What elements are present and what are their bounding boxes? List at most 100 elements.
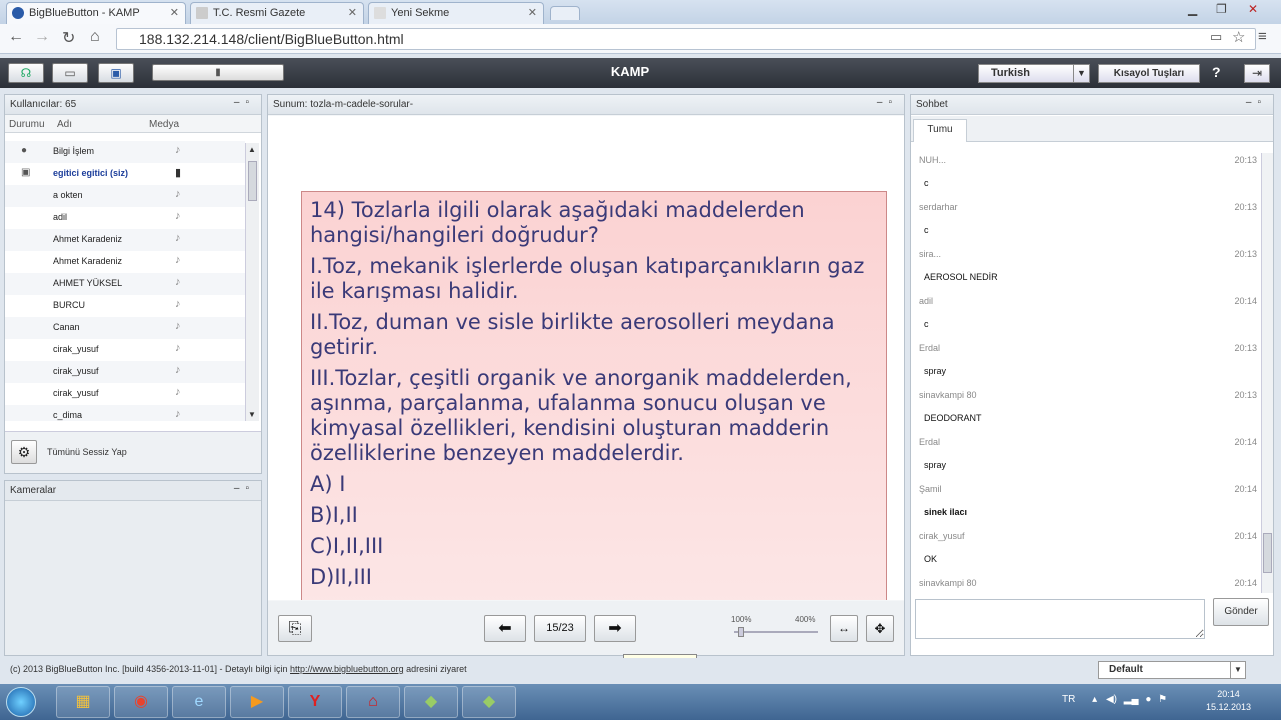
table-row[interactable]: Ahmet Karadeniz ♪ [5,229,245,251]
close-icon[interactable]: ✕ [170,6,179,19]
microphone-icon[interactable]: ▮ [175,166,181,179]
forward-icon[interactable]: → [34,28,50,46]
menu-icon[interactable]: ≡ [1258,28,1267,45]
chat-input[interactable] [915,599,1205,639]
zoom-slider[interactable] [734,631,818,633]
table-row[interactable]: adil ♪ [5,207,245,229]
table-row[interactable]: Ahmet Karadeniz ♪ [5,251,245,273]
logout-button[interactable]: ⇥ [1244,64,1270,83]
browser-tab-new[interactable]: Yeni Sekme ✕ [368,2,544,24]
table-row[interactable]: ● Bilgi İşlem ♪ [5,141,245,163]
app2-taskbar-icon[interactable]: ◆ [462,686,516,718]
panel-controls[interactable]: –▫ [877,97,898,108]
chat-message: adil 20:14 c [911,284,1261,331]
move-button[interactable]: ✥ [866,615,894,642]
microphone-icon[interactable]: ♪ [175,342,181,354]
microphone-icon[interactable]: ♪ [175,276,181,288]
panel-controls[interactable]: –▫ [234,483,255,494]
microphone-icon[interactable]: ♪ [175,188,181,200]
panel-controls[interactable]: –▫ [1246,97,1267,108]
send-button[interactable]: Gönder [1213,598,1269,626]
reload-icon[interactable]: ↻ [62,28,75,48]
scroll-down-icon[interactable]: ▼ [248,410,256,419]
table-row[interactable]: a okten ♪ [5,185,245,207]
pdf-reader-taskbar-icon[interactable]: ⌂ [346,686,400,718]
screen-icon[interactable]: ▭ [1210,29,1222,45]
table-row[interactable]: cirak_yusuf ♪ [5,383,245,405]
website-link[interactable]: http://www.bigbluebutton.org [290,664,404,674]
panel-controls[interactable]: –▫ [234,97,255,108]
windows-start-icon[interactable] [6,687,36,717]
keyboard-language[interactable]: TR [1062,694,1075,705]
home-icon[interactable]: ⌂ [90,28,100,46]
layout-select[interactable]: Default ▼ [1098,661,1246,679]
column-name[interactable]: Adı [57,119,72,130]
table-row[interactable]: cirak_yusuf ♪ [5,339,245,361]
table-row[interactable]: Canan ♪ [5,317,245,339]
page-indicator[interactable]: 15/23 [534,615,586,642]
browser-tab-resmi-gazete[interactable]: T.C. Resmi Gazete ✕ [190,2,364,24]
microphone-icon[interactable]: ♪ [175,210,181,222]
upload-button[interactable]: ⎘ [278,615,312,642]
tab-public[interactable]: Tumu [913,119,967,142]
chat-scrollbar[interactable] [1261,153,1273,593]
column-media[interactable]: Medya [149,119,179,130]
window-close-icon[interactable]: ✕ [1248,2,1258,16]
table-row[interactable]: BURCU ♪ [5,295,245,317]
next-slide-button[interactable]: ➡ [594,615,636,642]
chrome-taskbar-icon[interactable]: ◉ [114,686,168,718]
new-tab-button[interactable] [550,6,580,20]
internet-explorer-taskbar-icon[interactable]: e [172,686,226,718]
microphone-icon[interactable]: ♪ [175,320,181,332]
column-status[interactable]: Durumu [9,119,45,130]
flag-icon[interactable]: ⚑ [1158,694,1167,705]
mute-all-label[interactable]: Tümünü Sessiz Yap [47,447,127,457]
browser-tab-bigbluebutton[interactable]: BigBlueButton - KAMP ✕ [6,2,186,24]
network-icon[interactable]: ▂▄ [1124,694,1139,705]
table-row[interactable]: c_dima ♪ [5,405,245,421]
microphone-icon[interactable]: ♪ [175,254,181,266]
microphone-icon[interactable]: ♪ [175,144,181,156]
scroll-up-icon[interactable]: ▲ [248,145,256,154]
microphone-icon[interactable]: ♪ [175,364,181,376]
clock[interactable]: 20:14 15.12.2013 [1206,688,1251,714]
chat-message: serdarhar 20:13 c [911,190,1261,237]
table-row[interactable]: cirak_yusuf ♪ [5,361,245,383]
microphone-icon[interactable]: ♪ [175,232,181,244]
shortcut-keys-button[interactable]: Kısayol Tuşları [1098,64,1200,83]
language-select[interactable]: Turkish ▼ [978,64,1090,83]
close-icon[interactable]: ✕ [348,6,357,19]
zoom-slider-handle[interactable] [738,627,744,637]
fit-width-button[interactable]: ↔ [830,615,858,642]
minimize-icon[interactable]: ▁ [1188,2,1197,16]
settings-button[interactable]: ⚙ [11,440,37,464]
star-icon[interactable]: ☆ [1232,28,1245,46]
url-input[interactable]: 188.132.214.148/client/BigBlueButton.htm… [116,28,1256,50]
back-icon[interactable]: ← [8,28,24,46]
microphone-level[interactable]: ▮ [152,64,284,81]
scroll-thumb[interactable] [248,161,257,201]
table-row[interactable]: ▣ egitici egitici (siz) ▮ [5,163,245,185]
security-icon[interactable]: ● [1145,694,1151,705]
maximize-icon[interactable]: ❐ [1216,2,1227,16]
microphone-icon[interactable]: ♪ [175,298,181,310]
users-scrollbar[interactable]: ▲ ▼ [245,143,259,421]
volume-icon[interactable]: ◀) [1106,694,1117,705]
close-icon[interactable]: ✕ [528,6,537,19]
help-button[interactable]: ? [1212,64,1221,80]
media-player-taskbar-icon[interactable]: ▶ [230,686,284,718]
explorer-taskbar-icon[interactable]: ▦ [56,686,110,718]
yandex-taskbar-icon[interactable]: Y [288,686,342,718]
previous-slide-button[interactable]: ⬅ [484,615,526,642]
headset-button[interactable]: ☊ [8,63,44,83]
app-taskbar-icon[interactable]: ◆ [404,686,458,718]
scroll-thumb[interactable] [1263,533,1272,573]
webcam-button[interactable]: ▭ [52,63,88,83]
microphone-icon[interactable]: ♪ [175,408,181,420]
slide-area[interactable]: 14) Tozlarla ilgili olarak aşağıdaki mad… [268,116,904,600]
table-row[interactable]: AHMET YÜKSEL ♪ [5,273,245,295]
desktop-share-button[interactable]: ▣ [98,63,134,83]
microphone-icon[interactable]: ♪ [175,386,181,398]
tray-arrow-icon[interactable]: ▴ [1092,694,1097,705]
gear-icon: ⚙ [17,444,31,460]
